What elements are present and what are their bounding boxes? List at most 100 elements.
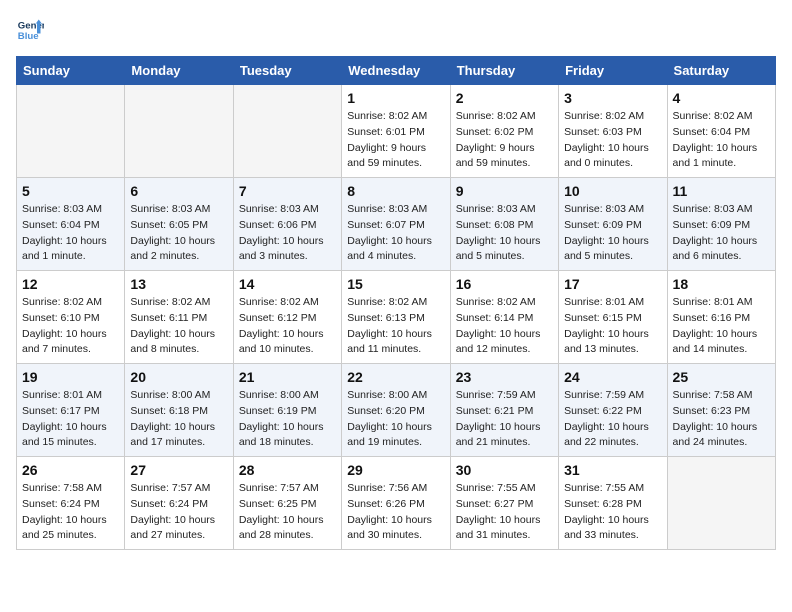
day-info: Sunrise: 7:58 AM Sunset: 6:24 PM Dayligh… (22, 481, 119, 544)
calendar-day-cell: 31 Sunrise: 7:55 AM Sunset: 6:28 PM Dayli… (559, 457, 667, 550)
day-info: Sunrise: 7:57 AM Sunset: 6:25 PM Dayligh… (239, 481, 336, 544)
weekday-header-sunday: Sunday (17, 57, 125, 85)
day-number: 5 (22, 183, 119, 199)
day-info: Sunrise: 8:02 AM Sunset: 6:13 PM Dayligh… (347, 295, 444, 358)
day-info: Sunrise: 8:02 AM Sunset: 6:11 PM Dayligh… (130, 295, 227, 358)
calendar-day-cell: 3 Sunrise: 8:02 AM Sunset: 6:03 PM Daylig… (559, 85, 667, 178)
day-number: 21 (239, 369, 336, 385)
day-number: 16 (456, 276, 553, 292)
calendar-day-cell: 16 Sunrise: 8:02 AM Sunset: 6:14 PM Dayli… (450, 271, 558, 364)
day-number: 13 (130, 276, 227, 292)
day-number: 26 (22, 462, 119, 478)
day-info: Sunrise: 8:02 AM Sunset: 6:04 PM Dayligh… (673, 109, 770, 172)
calendar-day-cell: 24 Sunrise: 7:59 AM Sunset: 6:22 PM Dayli… (559, 364, 667, 457)
weekday-header-monday: Monday (125, 57, 233, 85)
day-info: Sunrise: 8:01 AM Sunset: 6:16 PM Dayligh… (673, 295, 770, 358)
calendar-table: SundayMondayTuesdayWednesdayThursdayFrid… (16, 56, 776, 550)
day-number: 11 (673, 183, 770, 199)
day-number: 31 (564, 462, 661, 478)
calendar-week-row: 19 Sunrise: 8:01 AM Sunset: 6:17 PM Dayli… (17, 364, 776, 457)
calendar-day-cell: 10Sunrise: 8:03 AM Sunset: 6:09 PM Dayli… (559, 178, 667, 271)
calendar-day-cell: 2 Sunrise: 8:02 AM Sunset: 6:02 PM Daylig… (450, 85, 558, 178)
calendar-week-row: 12 Sunrise: 8:02 AM Sunset: 6:10 PM Dayli… (17, 271, 776, 364)
calendar-day-cell (233, 85, 341, 178)
page-header: General Blue (16, 16, 776, 44)
calendar-day-cell: 29 Sunrise: 7:56 AM Sunset: 6:26 PM Dayli… (342, 457, 450, 550)
day-info: Sunrise: 7:57 AM Sunset: 6:24 PM Dayligh… (130, 481, 227, 544)
weekday-header-row: SundayMondayTuesdayWednesdayThursdayFrid… (17, 57, 776, 85)
calendar-day-cell: 15 Sunrise: 8:02 AM Sunset: 6:13 PM Dayli… (342, 271, 450, 364)
svg-text:Blue: Blue (18, 31, 39, 42)
day-number: 29 (347, 462, 444, 478)
day-info: Sunrise: 8:03 AM Sunset: 6:05 PM Dayligh… (130, 202, 227, 265)
calendar-day-cell: 25 Sunrise: 7:58 AM Sunset: 6:23 PM Dayli… (667, 364, 775, 457)
day-info: Sunrise: 7:55 AM Sunset: 6:28 PM Dayligh… (564, 481, 661, 544)
day-number: 22 (347, 369, 444, 385)
calendar-week-row: 5 Sunrise: 8:03 AM Sunset: 6:04 PM Daylig… (17, 178, 776, 271)
day-info: Sunrise: 8:01 AM Sunset: 6:17 PM Dayligh… (22, 388, 119, 451)
day-number: 25 (673, 369, 770, 385)
day-info: Sunrise: 7:59 AM Sunset: 6:21 PM Dayligh… (456, 388, 553, 451)
calendar-day-cell (667, 457, 775, 550)
day-info: Sunrise: 8:03 AM Sunset: 6:09 PM Dayligh… (673, 202, 770, 265)
day-info: Sunrise: 7:58 AM Sunset: 6:23 PM Dayligh… (673, 388, 770, 451)
weekday-header-saturday: Saturday (667, 57, 775, 85)
calendar-day-cell: 12 Sunrise: 8:02 AM Sunset: 6:10 PM Dayli… (17, 271, 125, 364)
day-info: Sunrise: 8:02 AM Sunset: 6:14 PM Dayligh… (456, 295, 553, 358)
day-number: 3 (564, 90, 661, 106)
calendar-day-cell: 4 Sunrise: 8:02 AM Sunset: 6:04 PM Daylig… (667, 85, 775, 178)
day-info: Sunrise: 8:03 AM Sunset: 6:04 PM Dayligh… (22, 202, 119, 265)
day-number: 27 (130, 462, 227, 478)
day-number: 9 (456, 183, 553, 199)
calendar-day-cell: 11 Sunrise: 8:03 AM Sunset: 6:09 PM Dayli… (667, 178, 775, 271)
day-number: 19 (22, 369, 119, 385)
day-number: 10 (564, 183, 661, 199)
day-info: Sunrise: 8:03 AM Sunset: 6:08 PM Dayligh… (456, 202, 553, 265)
day-number: 2 (456, 90, 553, 106)
logo: General Blue (16, 16, 48, 44)
calendar-day-cell: 26 Sunrise: 7:58 AM Sunset: 6:24 PM Dayli… (17, 457, 125, 550)
weekday-header-thursday: Thursday (450, 57, 558, 85)
day-number: 17 (564, 276, 661, 292)
weekday-header-wednesday: Wednesday (342, 57, 450, 85)
day-number: 30 (456, 462, 553, 478)
calendar-day-cell: 30 Sunrise: 7:55 AM Sunset: 6:27 PM Dayli… (450, 457, 558, 550)
day-info: Sunrise: 8:02 AM Sunset: 6:10 PM Dayligh… (22, 295, 119, 358)
day-info: Sunrise: 7:59 AM Sunset: 6:22 PM Dayligh… (564, 388, 661, 451)
day-info: Sunrise: 8:02 AM Sunset: 6:03 PM Dayligh… (564, 109, 661, 172)
calendar-day-cell: 7Sunrise: 8:03 AM Sunset: 6:06 PM Daylig… (233, 178, 341, 271)
day-info: Sunrise: 8:02 AM Sunset: 6:01 PM Dayligh… (347, 109, 444, 172)
day-number: 20 (130, 369, 227, 385)
calendar-day-cell (17, 85, 125, 178)
calendar-day-cell: 20 Sunrise: 8:00 AM Sunset: 6:18 PM Dayli… (125, 364, 233, 457)
day-number: 24 (564, 369, 661, 385)
day-info: Sunrise: 8:03 AM Sunset: 6:06 PM Dayligh… (239, 202, 336, 265)
calendar-day-cell: 14Sunrise: 8:02 AM Sunset: 6:12 PM Dayli… (233, 271, 341, 364)
day-info: Sunrise: 8:02 AM Sunset: 6:02 PM Dayligh… (456, 109, 553, 172)
calendar-day-cell (125, 85, 233, 178)
day-info: Sunrise: 8:00 AM Sunset: 6:18 PM Dayligh… (130, 388, 227, 451)
calendar-day-cell: 22Sunrise: 8:00 AM Sunset: 6:20 PM Dayli… (342, 364, 450, 457)
calendar-day-cell: 17 Sunrise: 8:01 AM Sunset: 6:15 PM Dayli… (559, 271, 667, 364)
day-number: 28 (239, 462, 336, 478)
calendar-day-cell: 5 Sunrise: 8:03 AM Sunset: 6:04 PM Daylig… (17, 178, 125, 271)
day-number: 4 (673, 90, 770, 106)
calendar-day-cell: 18Sunrise: 8:01 AM Sunset: 6:16 PM Dayli… (667, 271, 775, 364)
logo-icon: General Blue (16, 16, 44, 44)
calendar-day-cell: 1 Sunrise: 8:02 AM Sunset: 6:01 PM Daylig… (342, 85, 450, 178)
day-info: Sunrise: 7:56 AM Sunset: 6:26 PM Dayligh… (347, 481, 444, 544)
weekday-header-tuesday: Tuesday (233, 57, 341, 85)
calendar-day-cell: 19 Sunrise: 8:01 AM Sunset: 6:17 PM Dayli… (17, 364, 125, 457)
day-number: 8 (347, 183, 444, 199)
day-number: 6 (130, 183, 227, 199)
day-info: Sunrise: 8:01 AM Sunset: 6:15 PM Dayligh… (564, 295, 661, 358)
day-info: Sunrise: 7:55 AM Sunset: 6:27 PM Dayligh… (456, 481, 553, 544)
day-number: 23 (456, 369, 553, 385)
day-number: 1 (347, 90, 444, 106)
calendar-week-row: 26 Sunrise: 7:58 AM Sunset: 6:24 PM Dayli… (17, 457, 776, 550)
day-number: 12 (22, 276, 119, 292)
day-number: 15 (347, 276, 444, 292)
calendar-week-row: 1 Sunrise: 8:02 AM Sunset: 6:01 PM Daylig… (17, 85, 776, 178)
calendar-day-cell: 6 Sunrise: 8:03 AM Sunset: 6:05 PM Daylig… (125, 178, 233, 271)
calendar-day-cell: 9 Sunrise: 8:03 AM Sunset: 6:08 PM Daylig… (450, 178, 558, 271)
